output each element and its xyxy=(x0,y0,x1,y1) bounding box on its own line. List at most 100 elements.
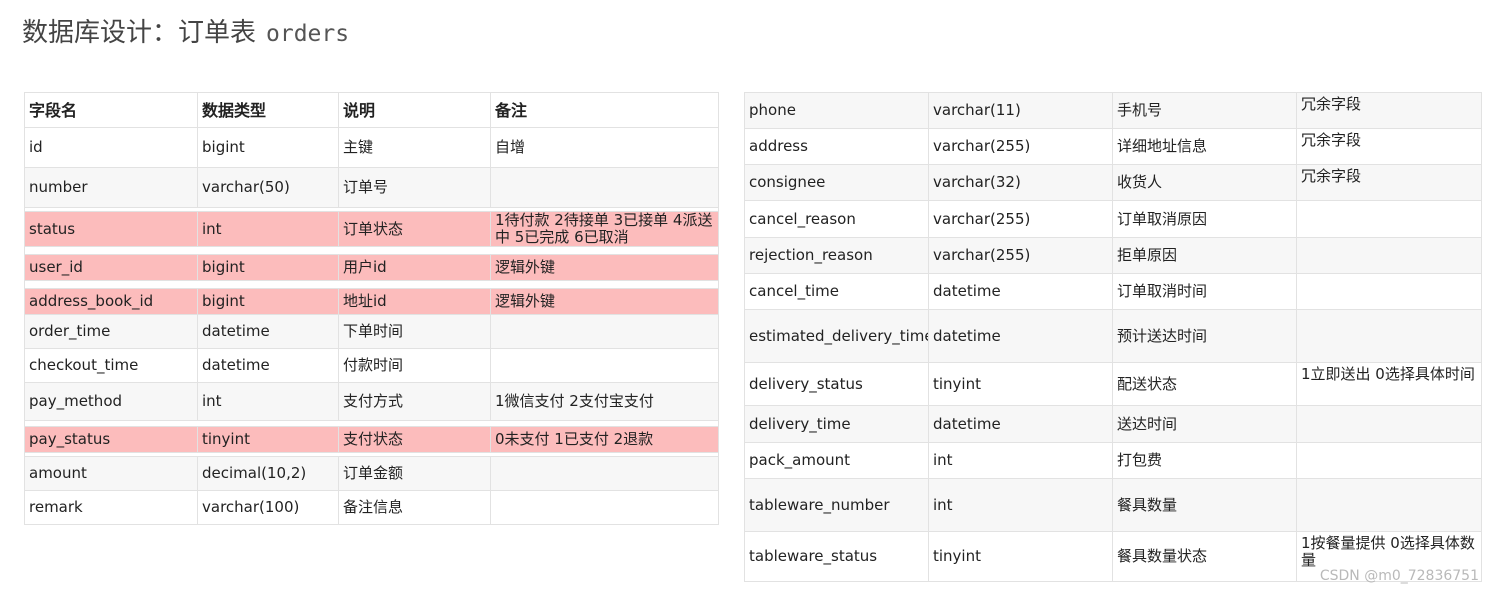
cell-field-name: status xyxy=(24,211,198,247)
cell-description: 订单状态 xyxy=(338,211,491,247)
table-header-row: 字段名 数据类型 说明 备注 xyxy=(24,92,719,128)
table-row: amount decimal(10,2) 订单金额 xyxy=(24,456,719,491)
cell-note xyxy=(1296,273,1482,310)
table-row: address varchar(255) 详细地址信息 冗余字段 xyxy=(744,128,1482,165)
cell-data-type: varchar(11) xyxy=(928,92,1113,129)
header-note: 备注 xyxy=(490,92,719,128)
cell-field-name: phone xyxy=(744,92,929,129)
cell-description: 支付方式 xyxy=(338,382,491,421)
cell-field-name: delivery_status xyxy=(744,362,929,406)
cell-note: 冗余字段 xyxy=(1296,128,1482,165)
row-spacer xyxy=(24,280,719,289)
cell-note: 1立即送出 0选择具体时间 xyxy=(1296,362,1482,406)
cell-description: 餐具数量 xyxy=(1112,478,1297,532)
cell-data-type: datetime xyxy=(928,405,1113,443)
cell-field-name: address_book_id xyxy=(24,288,198,315)
cell-data-type: varchar(255) xyxy=(928,237,1113,274)
cell-note xyxy=(490,456,719,491)
orders-fields-table-right: phone varchar(11) 手机号 冗余字段 address varchar(25… xyxy=(744,92,1482,582)
cell-data-type: varchar(255) xyxy=(928,128,1113,165)
cell-description: 送达时间 xyxy=(1112,405,1297,443)
table-row: estimated_delivery_time datetime 预计送达时间 xyxy=(744,309,1482,363)
header-field-name: 字段名 xyxy=(24,92,198,128)
title-text: 数据库设计：订单表 xyxy=(22,18,257,48)
table-row: rejection_reason varchar(255) 拒单原因 xyxy=(744,237,1482,274)
cell-data-type: bigint xyxy=(197,288,339,315)
cell-note: 1待付款 2待接单 3已接单 4派送中 5已完成 6已取消 xyxy=(490,211,719,247)
orders-fields-table-left: 字段名 数据类型 说明 备注 id bigint 主键 自增 number varchar… xyxy=(24,92,719,525)
cell-field-name: pay_status xyxy=(24,426,198,453)
cell-data-type: decimal(10,2) xyxy=(197,456,339,491)
cell-description: 用户id xyxy=(338,254,491,281)
cell-data-type: datetime xyxy=(928,273,1113,310)
cell-field-name: order_time xyxy=(24,314,198,349)
page-title: 数据库设计：订单表 orders xyxy=(22,12,349,49)
cell-description: 订单号 xyxy=(338,167,491,208)
cell-field-name: amount xyxy=(24,456,198,491)
cell-field-name: tableware_number xyxy=(744,478,929,532)
cell-description: 预计送达时间 xyxy=(1112,309,1297,363)
cell-note xyxy=(1296,237,1482,274)
cell-note xyxy=(1296,405,1482,443)
table-row: cancel_time datetime 订单取消时间 xyxy=(744,273,1482,310)
table-row: delivery_status tinyint 配送状态 1立即送出 0选择具体时间 xyxy=(744,362,1482,406)
cell-field-name: tableware_status xyxy=(744,531,929,582)
cell-field-name: consignee xyxy=(744,164,929,201)
header-description: 说明 xyxy=(338,92,491,128)
cell-description: 餐具数量状态 xyxy=(1112,531,1297,582)
header-data-type: 数据类型 xyxy=(197,92,339,128)
cell-description: 详细地址信息 xyxy=(1112,128,1297,165)
cell-field-name: cancel_time xyxy=(744,273,929,310)
table-row: status int 订单状态 1待付款 2待接单 3已接单 4派送中 5已完成 6已… xyxy=(24,211,719,247)
table-row: phone varchar(11) 手机号 冗余字段 xyxy=(744,92,1482,129)
table-row: address_book_id bigint 地址id 逻辑外键 xyxy=(24,288,719,315)
table-row: pay_method int 支付方式 1微信支付 2支付宝支付 xyxy=(24,382,719,421)
cell-note: 冗余字段 xyxy=(1296,92,1482,129)
cell-data-type: tinyint xyxy=(197,426,339,453)
cell-data-type: varchar(100) xyxy=(197,490,339,525)
cell-note xyxy=(490,490,719,525)
cell-field-name: remark xyxy=(24,490,198,525)
cell-field-name: estimated_delivery_time xyxy=(744,309,929,363)
table-row: remark varchar(100) 备注信息 xyxy=(24,490,719,525)
title-code: orders xyxy=(266,21,350,47)
cell-data-type: tinyint xyxy=(928,531,1113,582)
cell-note xyxy=(1296,442,1482,479)
table-row: consignee varchar(32) 收货人 冗余字段 xyxy=(744,164,1482,201)
spacer-cell xyxy=(24,246,719,255)
right-table-body: phone varchar(11) 手机号 冗余字段 address varchar(25… xyxy=(744,92,1482,582)
table-row: pay_status tinyint 支付状态 0未支付 1已支付 2退款 xyxy=(24,426,719,453)
table-row: cancel_reason varchar(255) 订单取消原因 xyxy=(744,200,1482,238)
cell-description: 下单时间 xyxy=(338,314,491,349)
cell-field-name: pay_method xyxy=(24,382,198,421)
cell-data-type: tinyint xyxy=(928,362,1113,406)
cell-note xyxy=(490,314,719,349)
cell-field-name: delivery_time xyxy=(744,405,929,443)
cell-field-name: number xyxy=(24,167,198,208)
cell-note: 逻辑外键 xyxy=(490,288,719,315)
cell-data-type: varchar(50) xyxy=(197,167,339,208)
cell-description: 拒单原因 xyxy=(1112,237,1297,274)
cell-note xyxy=(1296,478,1482,532)
cell-data-type: varchar(32) xyxy=(928,164,1113,201)
cell-description: 备注信息 xyxy=(338,490,491,525)
cell-note: 1微信支付 2支付宝支付 xyxy=(490,382,719,421)
cell-data-type: bigint xyxy=(197,254,339,281)
cell-description: 手机号 xyxy=(1112,92,1297,129)
cell-note xyxy=(1296,200,1482,238)
cell-field-name: id xyxy=(24,127,198,168)
cell-data-type: int xyxy=(197,211,339,247)
cell-note xyxy=(1296,309,1482,363)
cell-description: 订单取消时间 xyxy=(1112,273,1297,310)
table-row: checkout_time datetime 付款时间 xyxy=(24,348,719,383)
cell-description: 付款时间 xyxy=(338,348,491,383)
cell-field-name: address xyxy=(744,128,929,165)
cell-field-name: user_id xyxy=(24,254,198,281)
cell-data-type: datetime xyxy=(197,348,339,383)
watermark: CSDN @m0_72836751 xyxy=(1319,568,1479,584)
cell-note: 0未支付 1已支付 2退款 xyxy=(490,426,719,453)
cell-data-type: int xyxy=(928,442,1113,479)
table-row: order_time datetime 下单时间 xyxy=(24,314,719,349)
cell-description: 配送状态 xyxy=(1112,362,1297,406)
cell-note xyxy=(490,167,719,208)
